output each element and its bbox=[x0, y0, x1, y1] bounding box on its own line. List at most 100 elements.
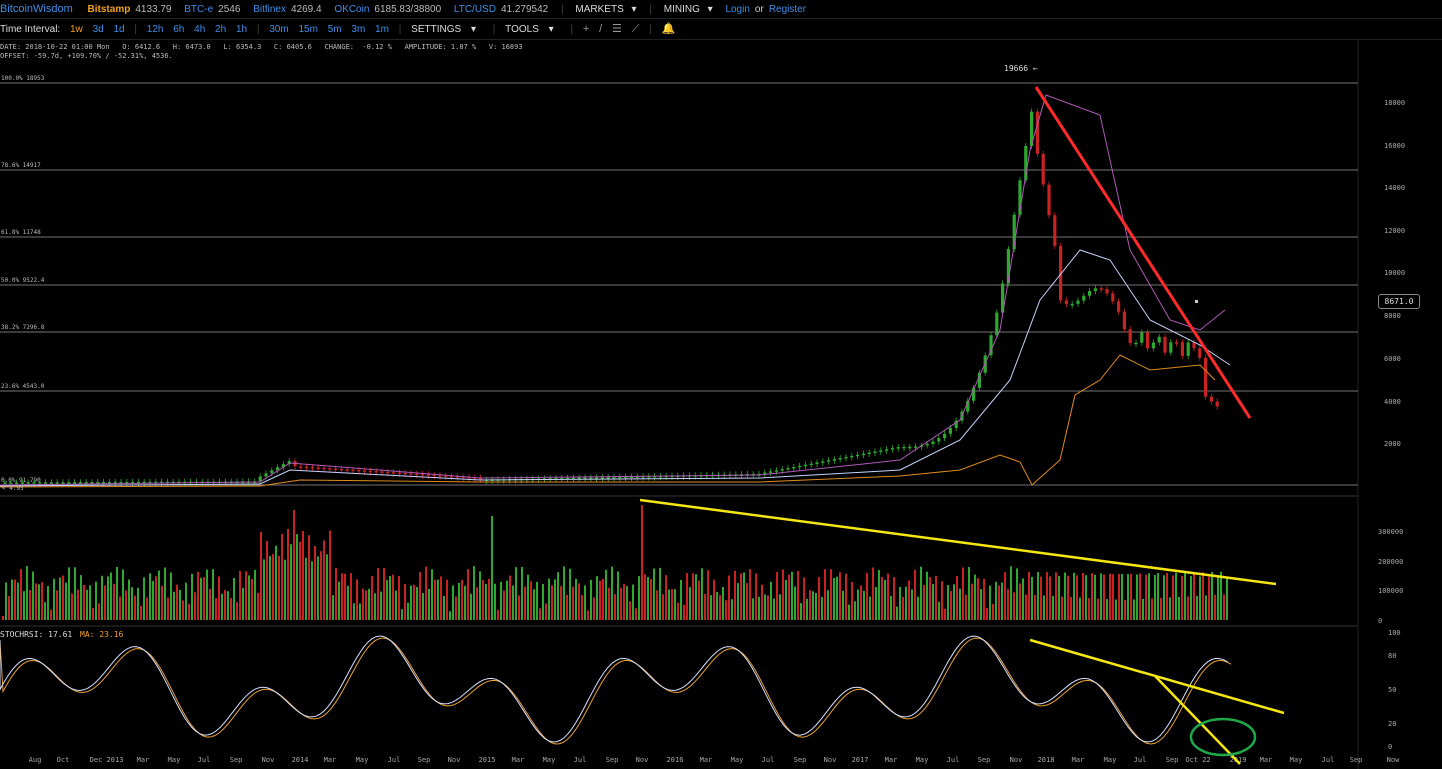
x-tick: Mar bbox=[137, 756, 150, 764]
volume-bar bbox=[1067, 575, 1069, 620]
volume-bar bbox=[233, 577, 235, 620]
volume-bar bbox=[98, 603, 100, 620]
volume-bar bbox=[266, 541, 268, 620]
volume-bar bbox=[497, 609, 499, 620]
volume-bar bbox=[938, 601, 940, 620]
x-tick: Jul bbox=[762, 756, 775, 764]
volume-bar bbox=[227, 591, 229, 620]
volume-bar bbox=[1127, 574, 1129, 620]
volume-bar bbox=[14, 579, 16, 620]
rsi-tick: 20 bbox=[1388, 720, 1396, 728]
volume-bar bbox=[89, 585, 91, 620]
x-tick: Nov bbox=[1010, 756, 1023, 764]
volume-bar bbox=[824, 569, 826, 620]
volume-bar bbox=[932, 584, 934, 620]
x-tick: 2013 bbox=[107, 756, 124, 764]
volume-bar bbox=[1103, 574, 1105, 620]
volume-bar bbox=[404, 583, 406, 620]
volume-bar bbox=[764, 594, 766, 620]
volume-bar bbox=[302, 530, 304, 620]
volume-bar bbox=[668, 589, 670, 620]
volume-bar bbox=[560, 586, 562, 620]
candle bbox=[90, 482, 94, 484]
candle bbox=[908, 446, 912, 449]
price-tick: 16000 bbox=[1384, 142, 1405, 150]
volume-bar bbox=[485, 584, 487, 620]
volume-bar bbox=[860, 585, 862, 620]
candle bbox=[995, 312, 999, 336]
volume-bar bbox=[983, 578, 985, 620]
volume-bar bbox=[593, 597, 595, 620]
volume-bar bbox=[308, 535, 310, 620]
volume-bar bbox=[197, 571, 199, 620]
volume-bar bbox=[206, 569, 208, 620]
volume-bar bbox=[296, 534, 298, 620]
volume-bar bbox=[65, 582, 67, 620]
x-tick: Mar bbox=[1072, 756, 1085, 764]
volume-bar bbox=[968, 567, 970, 620]
candle bbox=[867, 452, 871, 455]
volume-bar bbox=[401, 609, 403, 620]
volume-bar bbox=[542, 583, 544, 620]
volume-bar bbox=[122, 569, 124, 620]
x-tick: 2018 bbox=[1038, 756, 1055, 764]
volume-bar bbox=[1193, 572, 1195, 620]
volume-bar bbox=[1088, 598, 1090, 620]
x-tick: Nov bbox=[824, 756, 837, 764]
volume-bar bbox=[995, 581, 997, 620]
candle bbox=[380, 471, 384, 473]
candle bbox=[368, 470, 372, 473]
rsi-tick: 80 bbox=[1388, 652, 1396, 660]
volume-bar bbox=[1028, 571, 1030, 620]
volume-bar bbox=[1151, 598, 1153, 620]
volume-bar bbox=[146, 597, 148, 620]
volume-bar bbox=[11, 579, 13, 620]
candle bbox=[61, 482, 65, 484]
volume-bar bbox=[392, 574, 394, 620]
volume-bar bbox=[1094, 574, 1096, 620]
candle bbox=[600, 477, 604, 479]
volume-bar bbox=[38, 584, 40, 620]
volume-bar bbox=[86, 589, 88, 620]
x-tick: Mar bbox=[1260, 756, 1273, 764]
volume-bar bbox=[452, 585, 454, 620]
volume-bar bbox=[692, 573, 694, 620]
volume-bar bbox=[137, 587, 139, 620]
volume-bar bbox=[533, 589, 535, 620]
candle bbox=[44, 482, 48, 484]
volume-bar bbox=[164, 567, 166, 620]
chart-canvas[interactable]: 100.0% 18953 78.6% 14917 61.8% 11748 50.0% … bbox=[0, 0, 1442, 769]
stochrsi-ma-label: MA: 23.16 bbox=[80, 630, 124, 639]
highlight-circle[interactable] bbox=[1189, 717, 1257, 757]
volume-bar bbox=[1109, 573, 1111, 620]
candle bbox=[264, 473, 268, 477]
volume-bar bbox=[170, 572, 172, 620]
volume-bar bbox=[251, 578, 253, 620]
candle bbox=[844, 456, 848, 459]
red-trendline[interactable] bbox=[1034, 86, 1252, 419]
volume-bar bbox=[908, 580, 910, 620]
volume-bar bbox=[1145, 574, 1147, 620]
volume-bar bbox=[719, 595, 721, 620]
volume-bar bbox=[863, 590, 865, 620]
volume-bar bbox=[1130, 573, 1132, 620]
volume-bar bbox=[530, 581, 532, 620]
candle bbox=[595, 477, 599, 479]
volume-bar bbox=[590, 579, 592, 620]
volume-bar bbox=[191, 573, 193, 620]
volume-bar bbox=[278, 555, 280, 620]
volume-bar bbox=[1085, 575, 1087, 620]
volume-bar bbox=[104, 585, 106, 620]
volume-bar bbox=[674, 589, 676, 620]
volume-tick: 100000 bbox=[1378, 587, 1403, 595]
marker-dot bbox=[1195, 300, 1198, 303]
volume-bar bbox=[683, 604, 685, 620]
candle bbox=[1076, 300, 1080, 304]
volume-tick: 0 bbox=[1378, 617, 1382, 625]
x-tick: 2014 bbox=[292, 756, 309, 764]
volume-bar bbox=[656, 590, 658, 620]
volume-bar bbox=[731, 599, 733, 620]
volume-bar bbox=[158, 570, 160, 620]
volume-bar bbox=[1073, 572, 1075, 620]
candle bbox=[896, 447, 900, 449]
